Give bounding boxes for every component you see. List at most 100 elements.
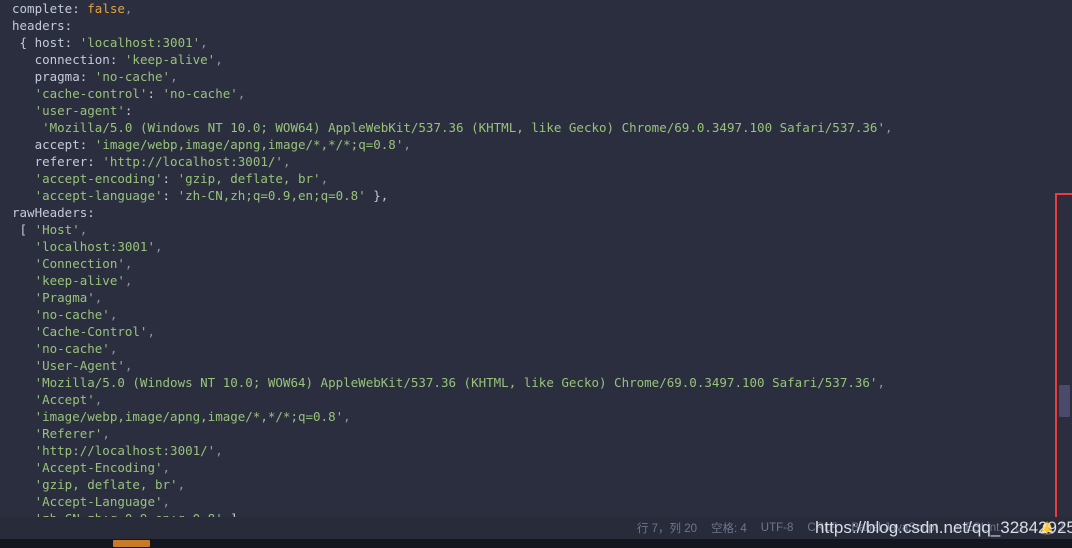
code-token: , bbox=[162, 460, 171, 475]
code-token: }, bbox=[365, 188, 389, 203]
status-language-mode[interactable]: Babel JavaScript bbox=[851, 522, 937, 534]
code-token: headers: bbox=[12, 18, 73, 33]
vertical-scrollbar-track[interactable] bbox=[1058, 0, 1072, 522]
code-token: , bbox=[94, 392, 103, 407]
code-line: 'accept-encoding': 'gzip, deflate, br', bbox=[0, 170, 1050, 187]
code-token: , bbox=[155, 239, 163, 254]
code-token: : bbox=[162, 188, 178, 203]
horizontal-scrollbar-track[interactable] bbox=[0, 539, 1072, 548]
code-token: 'Referer' bbox=[34, 426, 103, 441]
warning-triangle-icon: ⚠ bbox=[951, 521, 963, 535]
code-token: 'User-Agent' bbox=[34, 358, 125, 373]
status-line-ending[interactable]: CRLF bbox=[807, 522, 837, 534]
status-cursor-position-label: 行 7，列 20 bbox=[636, 523, 697, 535]
code-line: pragma: 'no-cache', bbox=[0, 68, 1050, 85]
code-token: , bbox=[877, 375, 885, 390]
status-notifications[interactable]: 🔔 2 bbox=[1040, 522, 1064, 534]
code-line: 'Referer', bbox=[0, 425, 1050, 442]
status-cursor-position[interactable]: 行 7，列 20 bbox=[637, 520, 697, 536]
code-token: 'image/webp,image/apng,image/*,*/*;q=0.8… bbox=[94, 137, 404, 152]
code-token: 'http://localhost:3001/' bbox=[102, 154, 283, 169]
code-line: accept: 'image/webp,image/apng,image/*,*… bbox=[0, 136, 1050, 153]
code-token: 'Accept' bbox=[34, 392, 95, 407]
status-feedback[interactable]: ☺ bbox=[1013, 522, 1025, 534]
code-token: 'image/webp,image/apng,image/*,*/*;q=0.8… bbox=[34, 409, 344, 424]
status-indentation[interactable]: 空格: 4 bbox=[711, 520, 747, 536]
code-token: 'gzip, deflate, br' bbox=[177, 171, 321, 186]
code-token: { host: bbox=[12, 35, 80, 50]
code-token: 'Pragma' bbox=[34, 290, 95, 305]
code-token: , bbox=[215, 52, 223, 67]
code-token: 'cache-control' bbox=[34, 86, 148, 101]
code-token: pragma: bbox=[12, 69, 95, 84]
code-token: , bbox=[282, 154, 291, 169]
status-bar: 行 7，列 20 空格: 4 UTF-8 CRLF Babel JavaScri… bbox=[0, 517, 1072, 539]
code-line: 'no-cache', bbox=[0, 306, 1050, 323]
horizontal-scrollbar-thumb[interactable] bbox=[113, 540, 150, 547]
code-token: 'no-cache' bbox=[162, 86, 238, 101]
code-token: , bbox=[162, 494, 171, 509]
code-token: accept: bbox=[12, 137, 95, 152]
code-line: [ 'Host', bbox=[0, 221, 1050, 238]
code-token: false bbox=[87, 1, 125, 16]
code-token: 'Mozilla/5.0 (Windows NT 10.0; WOW64) Ap… bbox=[34, 375, 878, 390]
code-token: 'Cache-Control' bbox=[34, 324, 148, 339]
status-indentation-label: 空格: 4 bbox=[711, 523, 747, 535]
code-line: rawHeaders: bbox=[0, 204, 1050, 221]
code-line: headers: bbox=[0, 17, 1050, 34]
code-token: 'accept-language' bbox=[34, 188, 163, 203]
code-line: 'no-cache', bbox=[0, 340, 1050, 357]
status-encoding[interactable]: UTF-8 bbox=[761, 522, 794, 534]
code-token: , bbox=[109, 307, 118, 322]
smiley-icon: ☺ bbox=[1013, 521, 1026, 535]
code-line: 'user-agent': bbox=[0, 102, 1050, 119]
editor-code-area[interactable]: complete: false, headers: { host: 'localh… bbox=[0, 0, 1050, 522]
code-line: 'http://localhost:3001/', bbox=[0, 442, 1050, 459]
code-token: , bbox=[403, 137, 411, 152]
code-token: 'zh-CN,zh;q=0.9,en;q=0.8' bbox=[177, 188, 366, 203]
code-line: complete: false, bbox=[0, 0, 1050, 17]
code-token: : bbox=[124, 103, 133, 118]
code-token: 'no-cache' bbox=[94, 69, 171, 84]
code-line: { host: 'localhost:3001', bbox=[0, 34, 1050, 51]
code-line: 'localhost:3001', bbox=[0, 238, 1050, 255]
status-linter[interactable]: ⚠ ESLint bbox=[952, 522, 1000, 534]
code-token: 'Mozilla/5.0 (Windows NT 10.0; WOW64) Ap… bbox=[42, 120, 885, 135]
code-token: , bbox=[200, 35, 208, 50]
bell-icon: 🔔 bbox=[1039, 521, 1055, 535]
code-token: , bbox=[237, 86, 246, 101]
code-line: 'accept-language': 'zh-CN,zh;q=0.9,en;q=… bbox=[0, 187, 1050, 204]
code-token: , bbox=[94, 290, 103, 305]
code-line: 'Accept-Encoding', bbox=[0, 459, 1050, 476]
code-token: 'localhost:3001' bbox=[34, 239, 155, 254]
code-token: referer: bbox=[12, 154, 103, 169]
code-line: 'gzip, deflate, br', bbox=[0, 476, 1050, 493]
code-token: 'Host' bbox=[34, 222, 80, 237]
vertical-scrollbar-thumb[interactable] bbox=[1059, 385, 1070, 417]
code-token: 'http://localhost:3001/' bbox=[34, 443, 216, 458]
code-line: connection: 'keep-alive', bbox=[0, 51, 1050, 68]
code-token: 'accept-encoding' bbox=[34, 171, 163, 186]
status-encoding-label: UTF-8 bbox=[760, 522, 794, 534]
code-line: 'Accept', bbox=[0, 391, 1050, 408]
code-token: , bbox=[170, 69, 178, 84]
code-token: 'Connection' bbox=[34, 256, 125, 271]
status-notifications-count: 2 bbox=[1057, 522, 1064, 534]
code-token: : bbox=[147, 86, 163, 101]
code-token: connection: bbox=[12, 52, 125, 67]
code-token: , bbox=[79, 222, 88, 237]
